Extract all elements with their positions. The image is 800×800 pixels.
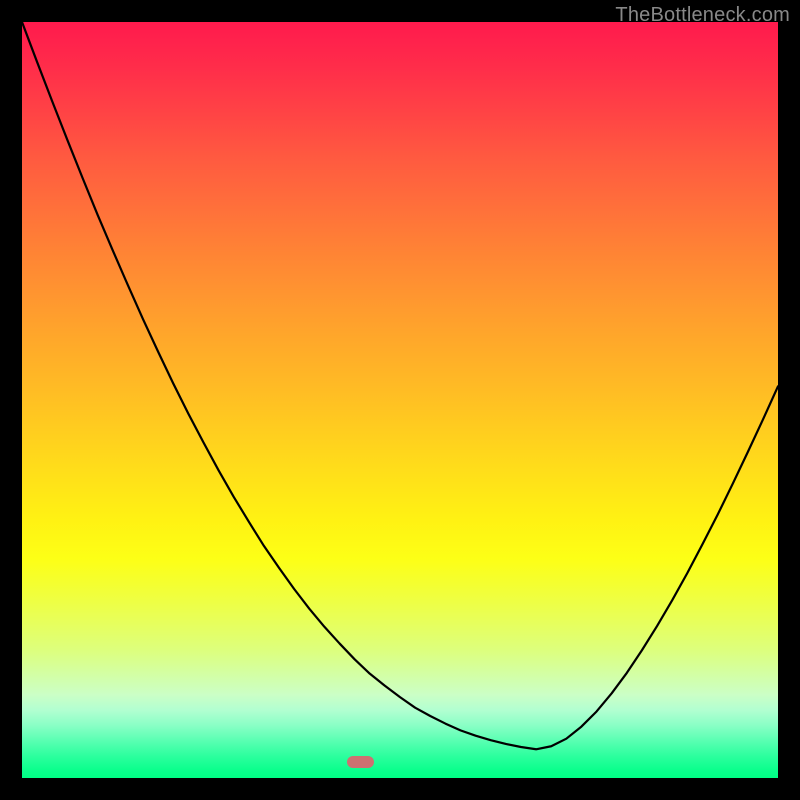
bottleneck-curve <box>22 22 778 749</box>
watermark-text: TheBottleneck.com <box>615 4 790 27</box>
curve-svg <box>22 22 778 778</box>
optimum-marker <box>347 756 374 768</box>
chart-frame: TheBottleneck.com <box>0 0 800 800</box>
plot-area <box>22 22 778 778</box>
